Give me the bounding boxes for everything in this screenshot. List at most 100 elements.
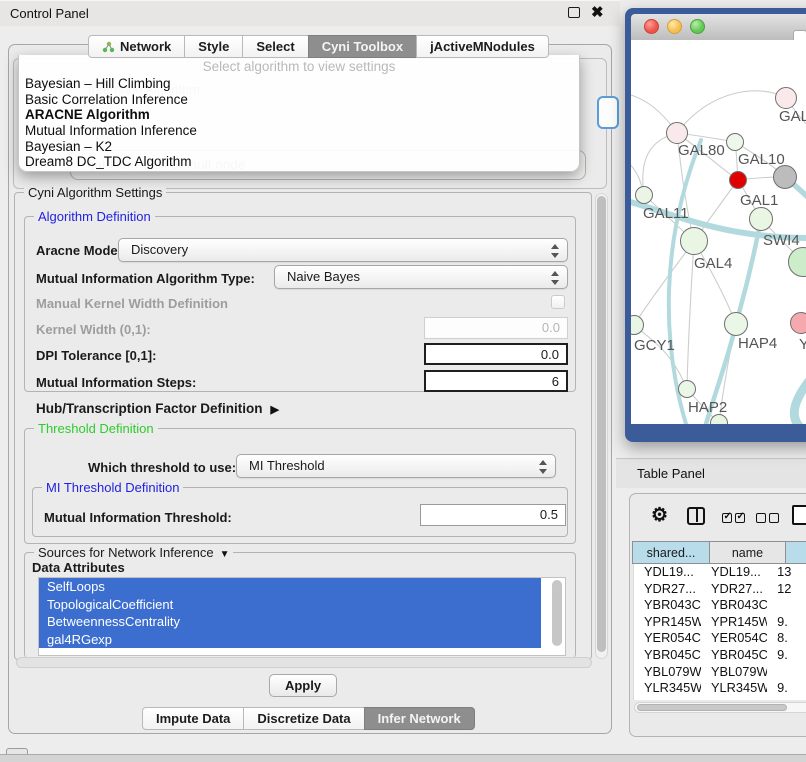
file-icon[interactable] <box>792 505 806 525</box>
list-scrollbar[interactable] <box>552 580 562 650</box>
mi-threshold-title: MI Threshold Definition <box>42 480 183 495</box>
table-window: ⚙ shared...nameA YDL19...YDL19...13YDR27… <box>629 493 806 737</box>
scrollbar-thumb[interactable] <box>597 196 606 652</box>
table-cell: 12 <box>767 581 806 598</box>
table-cell: YPR145W <box>634 614 701 631</box>
column-header[interactable]: shared... <box>632 541 710 564</box>
aracne-mode-select[interactable]: Discovery <box>118 238 568 262</box>
table-cell: YPR145W <box>701 614 767 631</box>
select-all-checkboxes-icon[interactable] <box>722 510 748 528</box>
network-node[interactable] <box>775 87 797 109</box>
network-node[interactable] <box>666 122 688 144</box>
tab-label: Cyni Toolbox <box>322 39 403 54</box>
network-node[interactable] <box>680 227 708 255</box>
network-node[interactable] <box>724 312 748 336</box>
gear-icon[interactable]: ⚙ <box>651 506 668 525</box>
dpi-tolerance-input[interactable]: 0.0 <box>424 343 568 365</box>
float-window-icon[interactable] <box>568 7 580 18</box>
table-row[interactable]: YER054CYER054C8. <box>634 630 806 647</box>
table-cell: YLR345W <box>634 680 701 697</box>
table-row[interactable]: YDR27...YDR27...12 <box>634 581 806 598</box>
tab-impute-data[interactable]: Impute Data <box>142 707 244 730</box>
table-body[interactable]: YDL19...YDL19...13YDR27...YDR27...12YBR0… <box>633 564 806 700</box>
table-row[interactable]: YPR145WYPR145W9. <box>634 614 806 631</box>
mi-steps-input[interactable]: 6 <box>424 370 568 392</box>
stepper-arrows-icon <box>551 270 559 286</box>
close-traffic-icon[interactable] <box>644 19 659 34</box>
network-node[interactable] <box>678 380 696 398</box>
zoom-traffic-icon[interactable] <box>690 19 705 34</box>
dropdown-item[interactable]: Basic Correlation Inference <box>19 92 579 108</box>
table-row[interactable]: YBR043CYBR043C <box>634 597 806 614</box>
columns-icon[interactable] <box>687 507 705 525</box>
table-header: shared...nameA <box>633 541 806 564</box>
network-canvas[interactable]: GALGAL80GAL10GAL1GAL11SWI4GAL4GCY1HAP4YH… <box>631 40 806 424</box>
table-cell: YLR345W <box>701 680 767 697</box>
collapse-arrow-icon[interactable]: ▼ <box>220 549 230 560</box>
attribute-item[interactable]: BetweennessCentrality <box>39 613 541 631</box>
dropdown-item[interactable]: Mutual Information Inference <box>19 123 579 139</box>
node-label: GAL <box>779 108 806 125</box>
kernel-width-input[interactable]: 0.0 <box>424 317 568 339</box>
manual-kernel-checkbox[interactable] <box>551 295 565 309</box>
network-graph-icon <box>102 41 115 53</box>
table-row[interactable]: YBL079WYBL079W <box>634 664 806 681</box>
table-panel-title: Table Panel <box>637 466 705 481</box>
table-row[interactable]: YBR045CYBR045C9. <box>634 647 806 664</box>
network-node[interactable] <box>635 186 653 204</box>
expand-arrow-icon[interactable]: ▶ <box>271 403 279 416</box>
which-threshold-select[interactable]: MI Threshold <box>236 454 556 478</box>
node-label: Y <box>799 336 806 353</box>
network-node[interactable] <box>749 207 773 231</box>
apply-button[interactable]: Apply <box>269 674 337 697</box>
table-row[interactable]: YIL052CYIL052C9 <box>634 697 806 700</box>
attribute-item[interactable]: SelfLoops <box>39 578 541 596</box>
network-node[interactable] <box>726 133 744 151</box>
tab-infer-network[interactable]: Infer Network <box>364 707 475 730</box>
table-cell: YER054C <box>701 630 767 647</box>
table-cell: YDL19... <box>634 564 701 581</box>
column-header[interactable]: A <box>785 541 806 564</box>
tab-network[interactable]: Network <box>88 35 185 58</box>
data-attributes-list[interactable]: SelfLoopsTopologicalCoefficientBetweenne… <box>38 577 566 656</box>
node-label: GCY1 <box>634 337 675 354</box>
settings-horizontal-scrollbar[interactable] <box>16 657 592 668</box>
column-header[interactable]: name <box>709 541 786 564</box>
bottom-status-strip <box>0 754 806 762</box>
table-cell: YIL052C <box>634 697 701 700</box>
network-node[interactable] <box>790 312 806 334</box>
tab-label: Discretize Data <box>257 711 350 726</box>
scrollbar-thumb[interactable] <box>552 580 562 646</box>
tab-style[interactable]: Style <box>184 35 243 58</box>
dropdown-item[interactable]: Bayesian – Hill Climbing <box>19 76 579 92</box>
mi-threshold-input[interactable]: 0.5 <box>420 504 566 526</box>
network-node[interactable] <box>729 171 747 189</box>
minimize-traffic-icon[interactable] <box>667 19 682 34</box>
dropdown-item[interactable]: ARACNE Algorithm <box>19 107 579 123</box>
clear-checkboxes-icon[interactable] <box>756 510 782 528</box>
hub-section-toggle[interactable]: Hub/Transcription Factor Definition▶ <box>36 401 279 416</box>
network-window-titlebar[interactable] <box>631 14 806 40</box>
dropdown-items: Bayesian – Hill ClimbingBasic Correlatio… <box>19 76 579 170</box>
table-row[interactable]: YDL19...YDL19...13 <box>634 564 806 581</box>
close-icon[interactable]: ✖ <box>591 1 604 25</box>
tab-select[interactable]: Select <box>242 35 308 58</box>
dropdown-item[interactable]: Dream8 DC_TDC Algorithm <box>19 154 579 170</box>
sources-title: Sources for Network Inference▼ <box>34 545 233 560</box>
mi-algorithm-type-select[interactable]: Naive Bayes <box>274 265 568 289</box>
table-row[interactable]: YLR345WYLR345W9. <box>634 680 806 697</box>
network-node[interactable] <box>773 165 797 189</box>
tab-discretize-data[interactable]: Discretize Data <box>243 707 364 730</box>
stepper-arrows-icon <box>539 459 547 475</box>
tab-cyni-toolbox[interactable]: Cyni Toolbox <box>308 35 417 58</box>
attribute-item[interactable]: TopologicalCoefficient <box>39 596 541 614</box>
table-horizontal-scrollbar[interactable] <box>634 702 806 713</box>
settings-vertical-scrollbar[interactable] <box>595 193 608 659</box>
scrollbar-thumb[interactable] <box>637 704 787 711</box>
dropdown-item[interactable]: Bayesian – K2 <box>19 139 579 155</box>
attribute-item[interactable]: gal4RGexp <box>39 631 541 649</box>
table-cell: YER054C <box>634 630 701 647</box>
tab-jactivemnodules[interactable]: jActiveMNodules <box>416 35 549 58</box>
node-label: SWI4 <box>763 232 800 249</box>
tab-label: Impute Data <box>156 711 230 726</box>
